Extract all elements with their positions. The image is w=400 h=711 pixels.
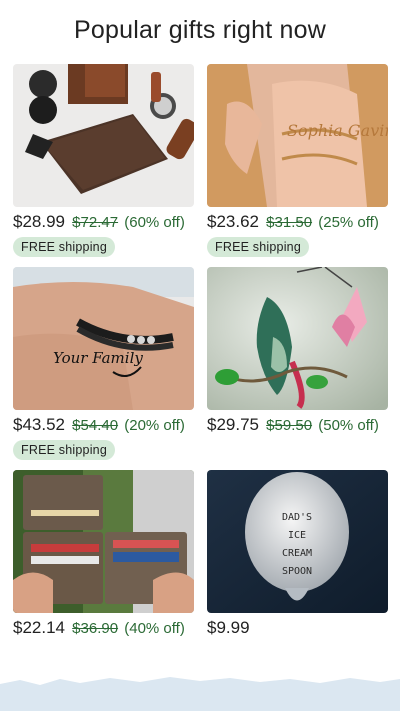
product-card[interactable]: Sophia Gavin $23.62 $31.50 (25% off) FRE… [207,64,388,257]
discount-text: (40% off) [124,620,185,637]
sale-price: $23.62 [207,212,259,231]
product-card[interactable]: $29.75 $59.50 (50% off) [207,267,388,435]
leather-wallet-gift-set-image[interactable] [13,64,194,207]
footer-wave-decoration [0,677,400,711]
family-bracelet-image[interactable]: Your Family [13,267,194,410]
sale-price: $43.52 [13,415,65,434]
sale-price: $9.99 [207,618,250,637]
spoon-line-4: SPOON [282,566,312,577]
original-price: $36.90 [72,620,119,637]
spoon-line-3: CREAM [282,548,312,559]
sale-price: $22.14 [13,618,65,637]
discount-text: (60% off) [124,214,185,231]
stained-glass-hummingbird-image[interactable] [207,267,388,410]
engraved-wallet-image[interactable] [13,470,194,613]
original-price: $59.50 [266,417,313,434]
ring-engraving: Sophia Gavin [287,121,388,140]
product-card[interactable]: $22.14 $36.90 (40% off) [13,470,194,638]
discount-text: (50% off) [318,417,379,434]
stamped-spoon-image[interactable]: DAD'S ICE CREAM SPOON [207,470,388,613]
free-shipping-badge: FREE shipping [207,237,309,257]
discount-text: (20% off) [124,417,185,434]
name-ring-image[interactable]: Sophia Gavin [207,64,388,207]
original-price: $54.40 [72,417,119,434]
original-price: $31.50 [266,214,313,231]
sale-price: $28.99 [13,212,65,231]
bracelet-caption: Your Family [53,349,143,367]
free-shipping-badge: FREE shipping [13,237,115,257]
spoon-line-2: ICE [288,530,306,541]
free-shipping-badge: FREE shipping [13,440,115,460]
product-card[interactable]: DAD'S ICE CREAM SPOON $9.99 [207,470,388,638]
spoon-line-1: DAD'S [282,512,312,523]
original-price: $72.47 [72,214,119,231]
discount-text: (25% off) [318,214,379,231]
section-heading: Popular gifts right now [74,16,326,44]
product-card[interactable]: $28.99 $72.47 (60% off) FREE shipping [13,64,194,257]
product-card[interactable]: Your Family $43.52 $54.40 (20% off) FREE… [13,267,194,460]
sale-price: $29.75 [207,415,259,434]
